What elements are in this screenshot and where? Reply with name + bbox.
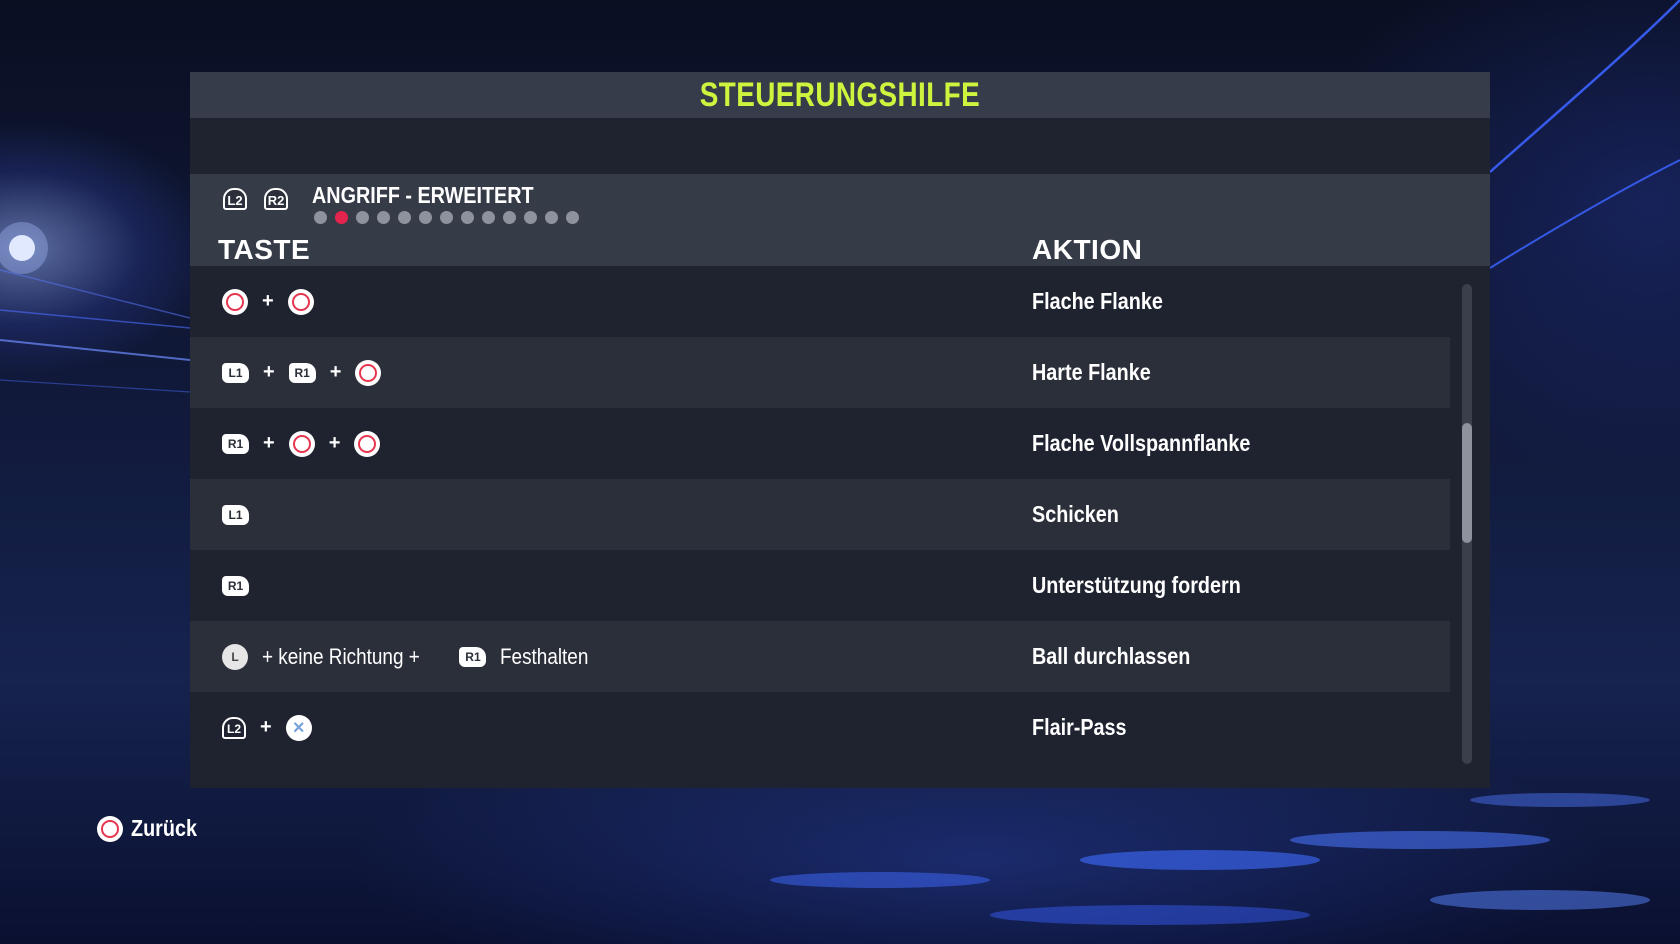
taste-cell: L2 + × [222,692,312,763]
r2-trigger-icon[interactable]: R2 [264,188,288,210]
taste-cell: R1 [222,550,249,621]
column-header-aktion: AKTION [1032,234,1143,265]
plus-separator: + [328,432,341,454]
page-dot [482,211,495,224]
page-dot [545,211,558,224]
page-dot [524,211,537,224]
page-dot [377,211,390,224]
controls-help-panel: STEUERUNGSHILFE L2 R2 ANGRIFF - ERWEITER… [190,72,1490,788]
control-row: L + keine Richtung + R1 Festhalten Ball durc… [190,621,1450,692]
l1-bumper-icon: L1 [222,504,249,525]
scrollbar[interactable] [1462,284,1472,764]
r1-bumper-icon: R1 [459,646,487,667]
aktion-label: Unterstützung fordern [1032,572,1241,598]
l2-trigger-icon[interactable]: L2 [223,188,247,210]
back-label: Zurück [131,815,197,841]
category-title: ANGRIFF - ERWEITERT [312,182,534,208]
circle-button-icon [354,430,381,457]
circle-button-icon [287,288,314,315]
aktion-label: Ball durchlassen [1032,643,1191,669]
plus-separator: + [260,716,272,738]
taste-cell: L1 [222,479,249,550]
circle-button-icon [222,288,248,315]
key-hint-text: Festhalten [500,643,589,669]
aktion-label: Flache Flanke [1032,288,1163,314]
plus-separator: + [329,361,342,383]
page-dot [440,211,453,224]
l2-trigger-icon: L2 [222,716,246,739]
circle-button-icon [288,430,315,457]
page-dot [503,211,516,224]
control-row: + Flache Flanke [190,266,1450,337]
page-dot [566,211,579,224]
plus-separator: + [263,361,275,383]
taste-cell: + [222,266,314,337]
r1-bumper-icon: R1 [288,362,316,383]
circle-button-icon [97,815,123,842]
cross-button-icon: × [285,714,312,741]
left-stick-icon: L [222,643,248,670]
aktion-label: Flair-Pass [1032,714,1127,740]
aktion-label: Schicken [1032,501,1119,527]
page-title: STEUERUNGSHILFE [699,76,981,114]
taste-cell: R1 + + [222,408,381,479]
scrollbar-thumb[interactable] [1462,423,1472,544]
page-dot [356,211,369,224]
aktion-label: Flache Vollspannflanke [1032,430,1251,456]
page-indicator [314,211,579,224]
control-row: R1 Unterstützung fordern [190,550,1450,621]
page-dot [398,211,411,224]
key-hint-text: + keine Richtung + [262,643,420,669]
control-row: L1 Schicken [190,479,1450,550]
page-dot [419,211,432,224]
page-dot [461,211,474,224]
category-header: L2 R2 ANGRIFF - ERWEITERT TASTE AKTION [190,174,1490,266]
title-bar: STEUERUNGSHILFE [190,72,1490,118]
page-dot [335,211,348,224]
back-button[interactable]: Zurück [97,815,208,842]
control-row: R1 + + Flache Vollspannflanke [190,408,1450,479]
controls-list: + Flache Flanke L1 + R1 + Harte Flanke R1 + + Flac… [190,266,1450,763]
page-dot [314,211,327,224]
taste-cell: L + keine Richtung + R1 Festhalten [222,621,603,692]
plus-separator: + [262,290,274,312]
plus-separator: + [263,432,275,454]
r1-bumper-icon: R1 [222,575,249,596]
r1-bumper-icon: R1 [222,433,249,454]
control-row: L2 + × Flair-Pass [190,692,1450,763]
l1-bumper-icon: L1 [222,362,249,383]
taste-cell: L1 + R1 + [222,337,382,408]
control-row: L1 + R1 + Harte Flanke [190,337,1450,408]
circle-button-icon [355,359,382,386]
aktion-label: Harte Flanke [1032,359,1151,385]
column-header-taste: TASTE [218,234,311,265]
